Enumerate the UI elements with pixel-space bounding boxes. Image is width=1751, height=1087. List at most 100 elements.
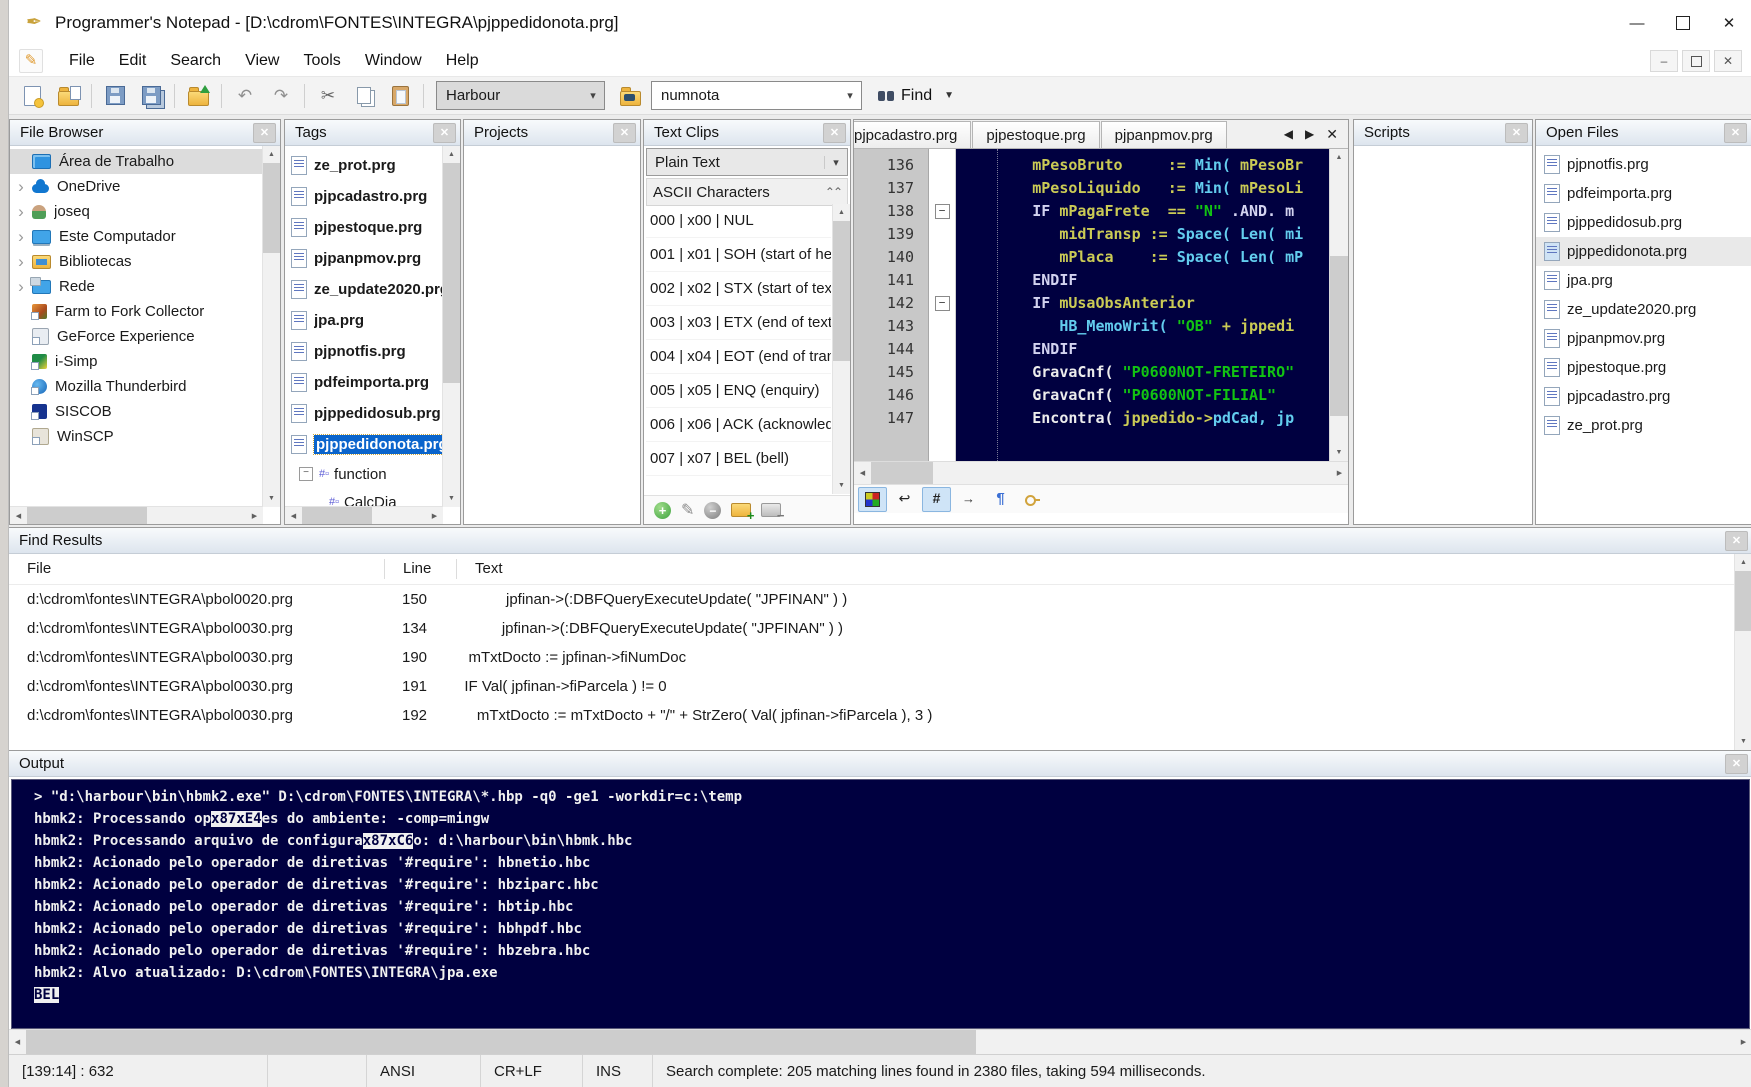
projects-header[interactable]: Projects ✕	[464, 120, 640, 146]
tab-scroll-right-icon[interactable]: ▶	[1305, 127, 1314, 141]
close-panel-icon[interactable]: ✕	[1505, 123, 1528, 143]
mdi-minimize-button[interactable]: –	[1650, 50, 1678, 72]
open-file-item[interactable]: pjpcadastro.prg	[1536, 382, 1751, 411]
search-input[interactable]: numnota▾	[651, 81, 862, 110]
find-in-files-button[interactable]	[613, 81, 647, 111]
maximize-button[interactable]	[1660, 0, 1706, 46]
tag-file-item[interactable]: jpa.prg	[285, 305, 443, 336]
text-clip-item[interactable]: 005 | x05 | ENQ (enquiry)	[646, 374, 831, 408]
menu-edit[interactable]: Edit	[107, 49, 159, 73]
tag-file-item[interactable]: pdfeimporta.prg	[285, 367, 443, 398]
remove-clip-icon[interactable]	[704, 502, 721, 519]
tag-file-item[interactable]: pjpcadastro.prg	[285, 181, 443, 212]
find-result-row[interactable]: d:\cdrom\fontes\INTEGRA\pbol0030.prg134 …	[9, 614, 1735, 643]
find-button[interactable]: Find▼	[872, 87, 960, 105]
scrollbar-thumb[interactable]	[1735, 571, 1751, 631]
write-protect-toggle[interactable]	[1018, 487, 1047, 512]
open-file-item[interactable]: jpa.prg	[1536, 266, 1751, 295]
scrollbar-thumb[interactable]	[26, 1030, 976, 1054]
text-clip-item[interactable]: 006 | x06 | ACK (acknowledge)	[646, 408, 831, 442]
column-header-text[interactable]: Text	[456, 559, 1735, 579]
open-file-item[interactable]: pjppedidosub.prg	[1536, 208, 1751, 237]
scroll-up-icon[interactable]: ▲	[443, 146, 460, 163]
output-console[interactable]: > "d:\harbour\bin\hbmk2.exe" D:\cdrom\FO…	[11, 779, 1750, 1029]
find-result-row[interactable]: d:\cdrom\fontes\INTEGRA\pbol0030.prg191 …	[9, 672, 1735, 701]
menu-window[interactable]: Window	[353, 49, 434, 73]
whitespace-toggle[interactable]	[954, 487, 983, 512]
tree-item-rede[interactable]: ›Rede	[10, 274, 263, 299]
vertical-scrollbar[interactable]: ▲ ▼	[1734, 554, 1751, 750]
scrollbar-thumb[interactable]	[27, 507, 147, 524]
find-result-row[interactable]: d:\cdrom\fontes\INTEGRA\pbol0030.prg192 …	[9, 701, 1735, 730]
scroll-right-icon[interactable]: ▶	[426, 507, 443, 524]
import-button[interactable]	[181, 81, 215, 111]
scroll-left-icon[interactable]: ◀	[285, 507, 302, 524]
tag-file-item[interactable]: ze_update2020.prg	[285, 274, 443, 305]
file-browser-header[interactable]: File Browser ✕	[10, 120, 280, 146]
editor-tab-pjpestoque-prg[interactable]: pjpestoque.prg	[972, 121, 1099, 148]
scripts-header[interactable]: Scripts ✕	[1354, 120, 1532, 146]
editor-vertical-scrollbar[interactable]: ▲ ▼	[1329, 149, 1348, 461]
undo-button[interactable]: ↶	[228, 81, 262, 111]
text-clip-item[interactable]: 002 | x02 | STX (start of text)	[646, 272, 831, 306]
tag-file-item[interactable]: pjpnotfis.prg	[285, 336, 443, 367]
collapse-node-icon[interactable]: −	[299, 467, 313, 481]
scroll-up-icon[interactable]: ▲	[833, 204, 850, 221]
scroll-up-icon[interactable]: ▲	[1330, 149, 1348, 166]
open-file-item[interactable]: pjpestoque.prg	[1536, 353, 1751, 382]
tag-file-item[interactable]: pjppedidonota.prg	[285, 429, 443, 460]
tree-item-geforce-experience[interactable]: GeForce Experience	[10, 324, 263, 349]
close-panel-icon[interactable]: ✕	[253, 123, 276, 143]
tag-node-function[interactable]: −#▫function	[285, 460, 443, 488]
scroll-up-icon[interactable]: ▲	[1735, 554, 1751, 571]
open-file-item[interactable]: pjppedidonota.prg	[1536, 237, 1751, 266]
scroll-down-icon[interactable]: ▼	[1735, 733, 1751, 750]
tab-scroll-left-icon[interactable]: ◀	[1284, 127, 1293, 141]
new-file-button[interactable]	[15, 81, 49, 111]
scrollbar-thumb[interactable]	[1330, 256, 1348, 416]
tag-node-calcdia[interactable]: #▫CalcDia	[285, 488, 443, 507]
open-file-item[interactable]: ze_update2020.prg	[1536, 295, 1751, 324]
tree-item-mozilla-thunderbird[interactable]: Mozilla Thunderbird	[10, 374, 263, 399]
add-clip-folder-icon[interactable]	[731, 503, 751, 517]
copy-button[interactable]	[347, 81, 381, 111]
tree-item-siscob[interactable]: SISCOB	[10, 399, 263, 424]
tag-file-item[interactable]: pjpanpmov.prg	[285, 243, 443, 274]
scrollbar-thumb[interactable]	[443, 163, 460, 383]
tags-header[interactable]: Tags ✕	[285, 120, 460, 146]
menu-tools[interactable]: Tools	[291, 49, 352, 73]
horizontal-scrollbar[interactable]: ◀ ▶	[10, 506, 263, 524]
tree-item-este-computador[interactable]: ›Este Computador	[10, 224, 263, 249]
menu-view[interactable]: View	[233, 49, 291, 73]
output-header[interactable]: Output ✕	[9, 751, 1751, 777]
code-area[interactable]: mPesoBruto := Min( mPesoBr mPesoLiquido …	[956, 149, 1329, 461]
edit-clip-icon[interactable]	[681, 500, 694, 520]
syntax-highlight-toggle[interactable]	[858, 487, 887, 512]
scroll-right-icon[interactable]: ▶	[1331, 462, 1348, 484]
fold-collapse-icon[interactable]: −	[935, 296, 950, 311]
open-file-item[interactable]: ze_prot.prg	[1536, 411, 1751, 440]
tree-item-bibliotecas[interactable]: ›Bibliotecas	[10, 249, 263, 274]
open-file-item[interactable]: pdfeimporta.prg	[1536, 179, 1751, 208]
menu-search[interactable]: Search	[158, 49, 233, 73]
find-result-row[interactable]: d:\cdrom\fontes\INTEGRA\pbol0030.prg190 …	[9, 643, 1735, 672]
editor-horizontal-scrollbar[interactable]: ◀ ▶	[854, 461, 1348, 484]
open-file-button[interactable]	[51, 81, 85, 111]
tree-item-onedrive[interactable]: ›OneDrive	[10, 174, 263, 199]
line-endings-toggle[interactable]	[986, 487, 1015, 512]
clip-group-header[interactable]: ASCII Characters ⌃⌃	[646, 178, 848, 206]
vertical-scrollbar[interactable]: ▲ ▼	[262, 146, 280, 507]
scroll-down-icon[interactable]: ▼	[1330, 444, 1348, 461]
editor-view[interactable]: 136137138139140141142143144145146147 −− …	[854, 149, 1348, 461]
collapse-all-icon[interactable]: ⌃⌃	[825, 185, 841, 199]
tree-item-farm-to-fork-collector[interactable]: Farm to Fork Collector	[10, 299, 263, 324]
close-panel-icon[interactable]: ✕	[613, 123, 636, 143]
scrollbar-thumb[interactable]	[871, 462, 933, 484]
tree-item-winscp[interactable]: WinSCP	[10, 424, 263, 449]
save-button[interactable]	[98, 81, 132, 111]
tag-file-item[interactable]: ze_prot.prg	[285, 150, 443, 181]
text-clip-item[interactable]: 004 | x04 | EOT (end of transmission)	[646, 340, 831, 374]
scroll-left-icon[interactable]: ◀	[9, 1030, 26, 1054]
tag-file-item[interactable]: pjppedidosub.prg	[285, 398, 443, 429]
vertical-scrollbar[interactable]: ▲ ▼	[442, 146, 460, 507]
